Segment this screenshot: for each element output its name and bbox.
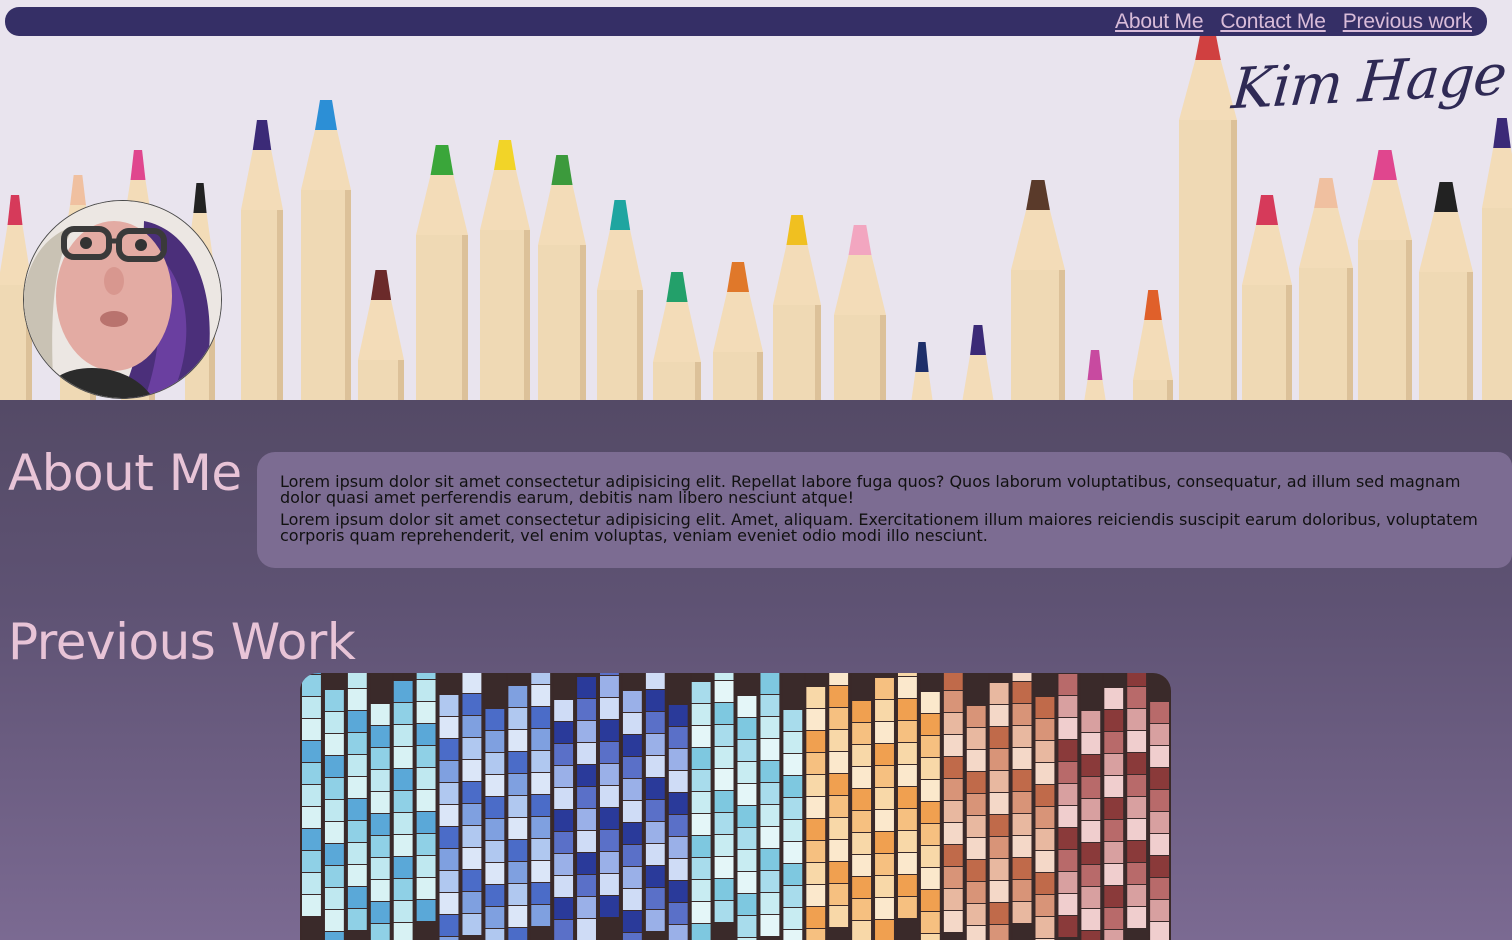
nav-link-about-me[interactable]: About Me [1115,10,1203,34]
about-me-card: Lorem ipsum dolor sit amet consectetur a… [257,452,1512,568]
paint-swatches-image [300,673,1171,940]
avatar [23,200,222,399]
paint-swatches-graphic [300,673,1169,940]
about-me-heading: About Me [8,444,242,502]
about-paragraph-1: Lorem ipsum dolor sit amet consectetur a… [280,472,1461,507]
avatar-portrait-image [24,201,221,398]
nav-link-previous-work[interactable]: Previous work [1343,10,1472,34]
top-nav: About Me Contact Me Previous work [5,7,1487,36]
previous-work-heading: Previous Work [8,613,356,671]
about-paragraph-2: Lorem ipsum dolor sit amet consectetur a… [280,510,1478,545]
nav-link-contact-me[interactable]: Contact Me [1220,10,1326,34]
hero-banner: About Me Contact Me Previous work Kim Ha… [0,0,1512,400]
